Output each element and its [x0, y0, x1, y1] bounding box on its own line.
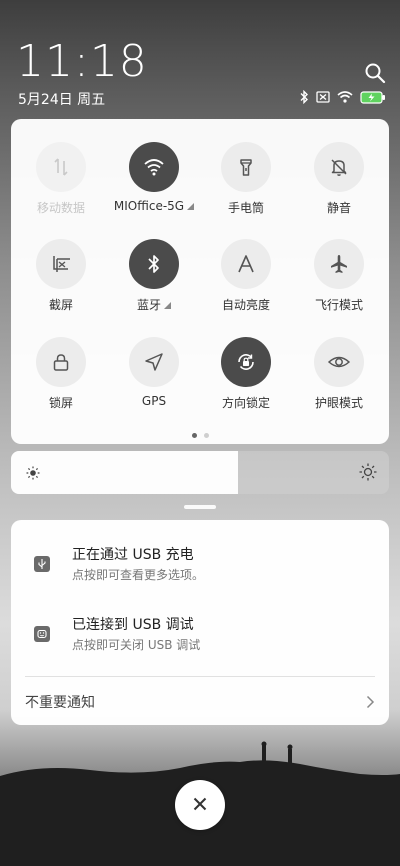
tile-flashlight[interactable]: 手电筒	[201, 142, 291, 216]
notifications-panel: 正在通过 USB 充电 点按即可查看更多选项。 已连接到 USB 调试 点按即可…	[11, 520, 389, 725]
brightness-slider[interactable]	[11, 451, 389, 494]
airplane-icon	[314, 239, 364, 289]
brightness-low-icon	[26, 465, 40, 484]
notification-subtitle: 点按即可关闭 USB 调试	[72, 638, 201, 652]
clock: 11:18	[16, 36, 148, 87]
lock-icon	[36, 337, 86, 387]
eye-icon	[314, 337, 364, 387]
notification-subtitle: 点按即可查看更多选项。	[72, 568, 205, 582]
tile-mobile-data[interactable]: 移动数据	[16, 142, 106, 216]
signal-triangle-icon	[187, 203, 195, 210]
brightness-fill	[11, 451, 238, 494]
tile-screenshot[interactable]: 截屏	[16, 239, 106, 313]
close-button[interactable]	[175, 780, 225, 830]
tile-label: 方向锁定	[221, 396, 270, 410]
tile-label: 静音	[326, 201, 351, 215]
tile-wifi[interactable]: MIOffice-5G	[109, 142, 199, 213]
mobile-data-icon	[36, 142, 86, 192]
rotation-lock-icon	[221, 337, 271, 387]
wifi-icon	[337, 91, 353, 103]
silent-icon	[314, 142, 364, 192]
brightness-high-icon	[359, 463, 377, 485]
tile-eye-care[interactable]: 护眼模式	[294, 337, 384, 411]
tile-gps[interactable]: GPS	[109, 337, 199, 408]
tile-label: 蓝牙	[136, 298, 161, 312]
tile-label: 锁屏	[48, 396, 73, 410]
tile-label: 自动亮度	[221, 298, 270, 312]
page-indicator	[11, 433, 389, 438]
close-icon	[193, 796, 207, 815]
tile-lock-screen[interactable]: 锁屏	[16, 337, 106, 411]
bluetooth-icon	[129, 239, 179, 289]
tile-label: 护眼模式	[314, 396, 363, 410]
tile-label: 移动数据	[36, 201, 85, 215]
notification-title: 已连接到 USB 调试	[72, 617, 194, 633]
date: 5月24日 周五	[18, 92, 106, 108]
unimportant-notifications-link[interactable]: 不重要通知	[25, 692, 95, 712]
tile-label: 截屏	[48, 298, 73, 312]
notification-title: 正在通过 USB 充电	[72, 547, 194, 563]
page-dot-active[interactable]	[191, 433, 197, 438]
notification-usb-debugging[interactable]: 已连接到 USB 调试 点按即可关闭 USB 调试	[11, 614, 389, 662]
tile-label: 手电筒	[227, 201, 264, 215]
tile-rotation-lock[interactable]: 方向锁定	[201, 337, 291, 411]
tile-auto-brightness[interactable]: 自动亮度	[201, 239, 291, 313]
tile-silent[interactable]: 静音	[294, 142, 384, 216]
battery-charging-icon	[360, 90, 386, 104]
quick-settings-panel: 移动数据 MIOffice-5G 手电筒 静音 截屏 蓝牙 自动亮度 飞行模式 …	[11, 119, 389, 444]
wifi-icon	[129, 142, 179, 192]
search-icon[interactable]	[364, 62, 386, 84]
no-sim-icon	[316, 91, 330, 103]
divider	[25, 676, 375, 677]
usb-icon	[34, 556, 50, 572]
signal-triangle-icon	[164, 302, 171, 309]
tile-bluetooth[interactable]: 蓝牙	[109, 239, 199, 313]
tile-label: GPS	[141, 394, 167, 408]
status-bar: 11:18 5月24日 周五	[0, 0, 400, 115]
tile-label: MIOffice-5G	[113, 199, 185, 213]
panel-drag-handle[interactable]	[184, 505, 216, 509]
tile-airplane-mode[interactable]: 飞行模式	[294, 239, 384, 313]
auto-brightness-icon	[221, 239, 271, 289]
notification-usb-charging[interactable]: 正在通过 USB 充电 点按即可查看更多选项。	[11, 544, 389, 592]
android-debug-icon	[34, 626, 50, 642]
screenshot-icon	[36, 239, 86, 289]
page-dot[interactable]	[203, 433, 209, 438]
bluetooth-icon	[299, 90, 309, 104]
chevron-right-icon[interactable]	[366, 694, 375, 713]
flashlight-icon	[221, 142, 271, 192]
gps-icon	[129, 337, 179, 387]
tile-label: 飞行模式	[314, 298, 363, 312]
